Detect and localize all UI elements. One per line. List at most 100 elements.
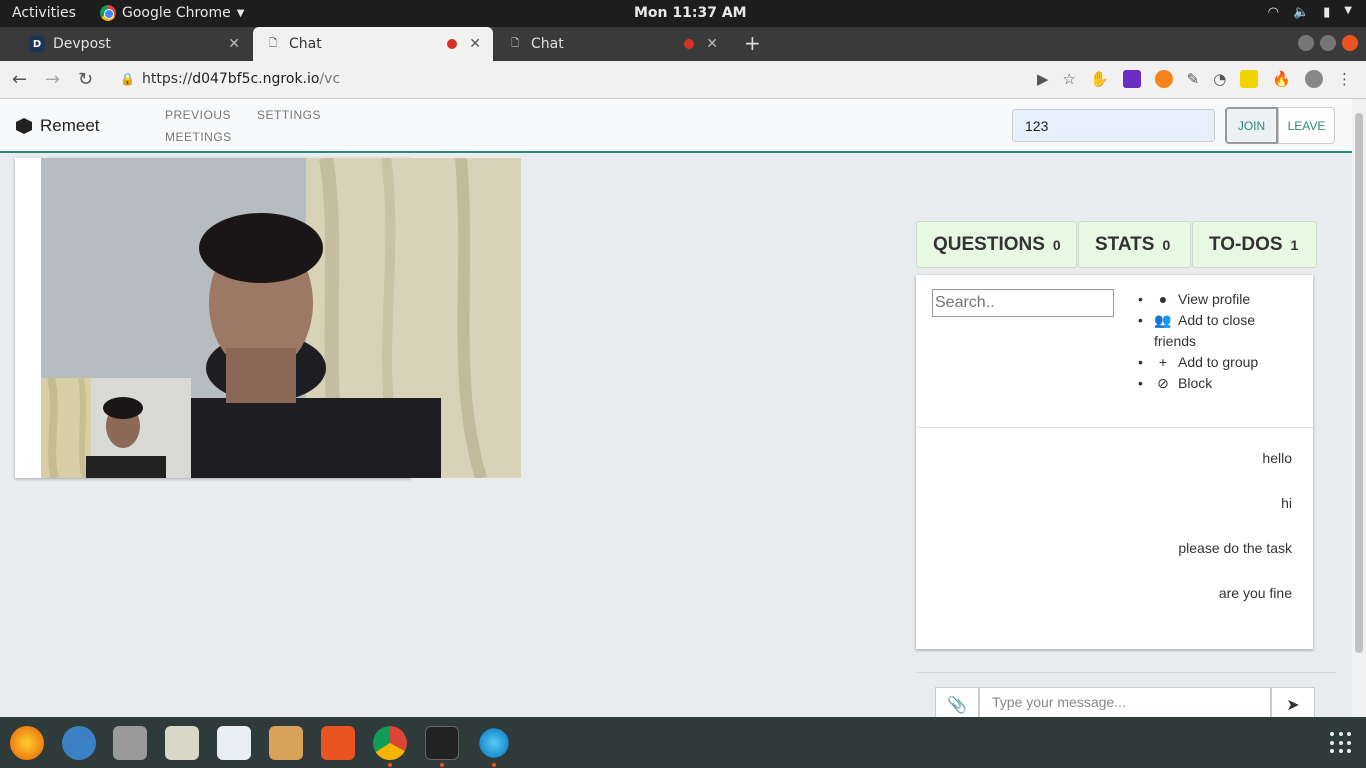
- wifi-icon: ◠: [1267, 5, 1279, 20]
- chat-message: hi: [1281, 495, 1292, 511]
- tab-questions[interactable]: QUESTIONS 0: [916, 221, 1077, 268]
- nav-previous-meetings[interactable]: PREVIOUS MEETINGS: [165, 104, 232, 148]
- plus-icon: +: [1158, 354, 1168, 370]
- brand[interactable]: Remeet: [16, 116, 100, 136]
- url-scheme: https://: [142, 71, 193, 87]
- browser-tab-strip: D Devpost ✕ 🗋 Chat ✕ 🗋 Chat ✕ +: [0, 27, 1366, 61]
- window-controls: [1298, 35, 1358, 51]
- writer-icon[interactable]: [217, 726, 251, 760]
- menu-label-cont: friends: [1154, 333, 1197, 349]
- thunderbird-icon[interactable]: [62, 726, 96, 760]
- app-menu[interactable]: Google Chrome ▼: [100, 5, 244, 21]
- cube-icon: [16, 118, 32, 134]
- tab-todos-label: TO-DOS: [1209, 233, 1283, 255]
- menu-item-block[interactable]: ⊘ Block: [1138, 373, 1298, 394]
- browser-tab-chat[interactable]: 🗋 Chat ✕: [495, 27, 730, 61]
- profile-avatar[interactable]: [1305, 70, 1323, 88]
- scrollbar-thumb[interactable]: [1355, 113, 1363, 653]
- terminal-icon[interactable]: [425, 726, 459, 760]
- recording-icon: [684, 39, 695, 49]
- menu-label: Add to close: [1178, 312, 1256, 328]
- tab-title: Devpost: [53, 36, 111, 52]
- brand-name: Remeet: [40, 116, 100, 135]
- reload-icon[interactable]: ↻: [78, 69, 93, 90]
- tab-stats[interactable]: STATS 0: [1078, 221, 1191, 268]
- rhythmbox-icon[interactable]: [165, 726, 199, 760]
- firefox-icon[interactable]: [10, 726, 44, 760]
- send-icon[interactable]: ➤: [1271, 687, 1315, 717]
- close-tab-icon[interactable]: ✕: [706, 36, 718, 52]
- close-tab-icon[interactable]: ✕: [469, 36, 481, 52]
- local-video[interactable]: [41, 378, 191, 478]
- user-actions-menu: ● View profile 👥 Add to close friends + Add …: [1138, 289, 1298, 394]
- message-input[interactable]: Type your message...: [979, 687, 1271, 717]
- extension-yellow-icon[interactable]: [1240, 70, 1259, 88]
- maximize-icon[interactable]: [1320, 35, 1336, 51]
- menu-label: View profile: [1178, 291, 1251, 307]
- splash-app-icon[interactable]: [477, 726, 511, 760]
- browser-tab-chat-active[interactable]: 🗋 Chat ✕: [253, 27, 493, 61]
- browser-tab-devpost[interactable]: D Devpost ✕: [17, 27, 252, 61]
- tab-title: Chat: [531, 36, 564, 52]
- menu-item-add-group[interactable]: + Add to group: [1138, 352, 1298, 373]
- fire-icon[interactable]: 🔥: [1272, 70, 1291, 88]
- nav-previous-line2: MEETINGS: [165, 130, 232, 144]
- tab-todos-count: 1: [1290, 236, 1299, 253]
- menu-label: Add to group: [1178, 354, 1259, 370]
- lock-icon[interactable]: 🔒: [120, 72, 135, 86]
- tab-stats-count: 0: [1162, 236, 1171, 253]
- url-field[interactable]: https://d047bf5c.ngrok.io/vc: [142, 71, 340, 87]
- kebab-menu-icon[interactable]: ⋮: [1337, 70, 1352, 88]
- nav-settings[interactable]: SETTINGS: [257, 104, 321, 126]
- nav-previous-line1: PREVIOUS: [165, 108, 232, 122]
- tab-questions-label: QUESTIONS: [933, 233, 1045, 255]
- file-manager-icon[interactable]: [269, 726, 303, 760]
- chat-panel: ● View profile 👥 Add to close friends + Add …: [916, 275, 1313, 649]
- close-tab-icon[interactable]: ✕: [228, 36, 240, 52]
- address-bar: ← → ↻ 🔒 https://d047bf5c.ngrok.io/vc ▶ ☆…: [0, 61, 1366, 99]
- gnome-extension-icon[interactable]: ✋: [1090, 70, 1109, 88]
- chrome-icon[interactable]: [373, 726, 407, 760]
- chat-message: are you fine: [1218, 585, 1292, 601]
- page-icon: 🗋: [510, 37, 520, 49]
- join-button[interactable]: JOIN: [1225, 107, 1278, 144]
- show-applications-icon[interactable]: [1330, 732, 1352, 754]
- search-input[interactable]: [932, 289, 1114, 317]
- eyedropper-icon[interactable]: ✎: [1187, 70, 1200, 88]
- running-indicator: [440, 763, 444, 767]
- minimize-icon[interactable]: [1298, 35, 1314, 51]
- chevron-down-icon: ▼: [1344, 5, 1352, 16]
- tab-questions-count: 0: [1052, 236, 1061, 253]
- extension-toolbar: ▶ ☆ ✋ ✎ ◔ 🔥 ⋮: [1037, 70, 1352, 88]
- clock[interactable]: Mon 11:37 AM: [634, 5, 747, 21]
- volume-icon: 🔈: [1292, 5, 1310, 20]
- back-icon[interactable]: ←: [12, 69, 27, 90]
- forward-icon[interactable]: →: [45, 69, 60, 90]
- files-cabinet-icon[interactable]: [113, 726, 147, 760]
- speedometer-icon[interactable]: ◔: [1213, 70, 1226, 88]
- divider: [916, 427, 1313, 428]
- new-tab-icon[interactable]: +: [744, 31, 761, 55]
- bookmark-star-icon[interactable]: ☆: [1063, 70, 1076, 88]
- recording-icon: [447, 39, 458, 49]
- running-indicator: [492, 763, 496, 767]
- message-composer: 📎 Type your message... ➤: [916, 672, 1336, 717]
- page-scrollbar[interactable]: [1352, 99, 1366, 717]
- leave-button[interactable]: LEAVE: [1278, 107, 1335, 144]
- app-menu-label: Google Chrome: [122, 5, 231, 21]
- close-window-icon[interactable]: [1342, 35, 1358, 51]
- tab-todos[interactable]: TO-DOS 1: [1192, 221, 1317, 268]
- menu-item-view-profile[interactable]: ● View profile: [1138, 289, 1298, 310]
- metamask-icon[interactable]: [1154, 70, 1173, 88]
- menu-item-add-close-friends[interactable]: 👥 Add to close friends: [1138, 310, 1298, 352]
- software-center-icon[interactable]: [321, 726, 355, 760]
- paperclip-icon[interactable]: 📎: [935, 687, 979, 717]
- room-id-input[interactable]: [1012, 109, 1215, 142]
- chat-message: hello: [1262, 450, 1292, 466]
- system-tray[interactable]: ◠ 🔈 ▮ ▼: [1268, 5, 1352, 20]
- extension-purple-icon[interactable]: [1122, 70, 1141, 88]
- camera-icon[interactable]: ▶: [1037, 70, 1049, 88]
- activities-button[interactable]: Activities: [12, 5, 76, 21]
- tab-title: Chat: [289, 36, 322, 52]
- devpost-favicon-icon: D: [29, 36, 45, 52]
